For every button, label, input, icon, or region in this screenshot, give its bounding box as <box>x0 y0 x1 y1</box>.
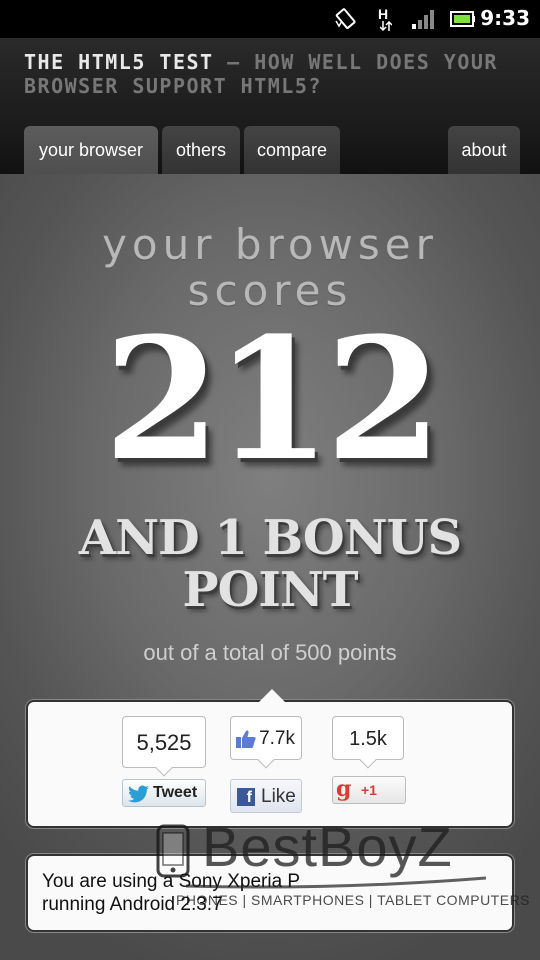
browser-info-box: You are using a Sony Xperia P running An… <box>26 854 514 932</box>
title-strong: THE HTML5 TEST <box>24 50 214 74</box>
panel-pointer <box>259 689 285 702</box>
device-line: You are using a Sony Xperia P <box>42 871 301 892</box>
tab-your-browser[interactable]: your browser <box>24 126 158 174</box>
bonus-line2: POINT <box>182 562 359 618</box>
tweet-count-value: 5,525 <box>136 730 192 755</box>
signal-icon <box>412 10 434 29</box>
tab-compare[interactable]: compare <box>244 126 340 174</box>
tweet-button[interactable]: Tweet <box>122 779 206 807</box>
score-total: out of a total of 500 points <box>143 640 397 665</box>
screen-rotation-icon <box>335 8 356 29</box>
like-button[interactable]: f Like <box>230 779 302 813</box>
plusone-count: 1.5k <box>332 716 404 769</box>
thumbs-up-icon <box>236 730 256 748</box>
tweet-label: Tweet <box>153 784 198 801</box>
tab-others[interactable]: others <box>162 126 240 174</box>
bonus-text: AND 1 BONUS POINT <box>0 512 540 616</box>
clock: 9:33 <box>480 6 530 30</box>
site-header: THE HTML5 TEST – HOW WELL DOES YOUR BROW… <box>0 38 540 174</box>
plusone-count-value: 1.5k <box>349 728 387 750</box>
status-bar: H 9:33 <box>0 0 540 38</box>
network-h-icon: H <box>378 7 392 31</box>
like-label: Like <box>261 786 296 807</box>
plusone-label: +1 <box>361 782 377 798</box>
tweet-count: 5,525 <box>122 716 206 777</box>
page-title: THE HTML5 TEST – HOW WELL DOES YOUR BROW… <box>24 50 524 98</box>
tab-about[interactable]: about <box>448 126 520 174</box>
bonus-line1: AND 1 BONUS <box>78 510 462 566</box>
plusone-button[interactable]: g +1 <box>332 776 406 804</box>
score-heading-line1: your browser <box>102 220 438 269</box>
like-count: 7.7k <box>230 716 302 769</box>
network-type-label: H <box>378 6 389 22</box>
twitter-bird-icon <box>128 785 149 803</box>
share-panel: 5,525 Tweet 7.7k f Like 1.5k g +1 <box>26 689 514 828</box>
like-count-value: 7.7k <box>259 728 295 749</box>
os-line: running Android 2.3.7 <box>42 894 223 915</box>
google-g-icon: g <box>336 776 352 802</box>
battery-icon <box>450 11 475 27</box>
score-value: 212 <box>103 300 443 498</box>
score-section: your browser scores 212 AND 1 BONUS POIN… <box>0 174 540 960</box>
facebook-icon: f <box>237 788 255 806</box>
